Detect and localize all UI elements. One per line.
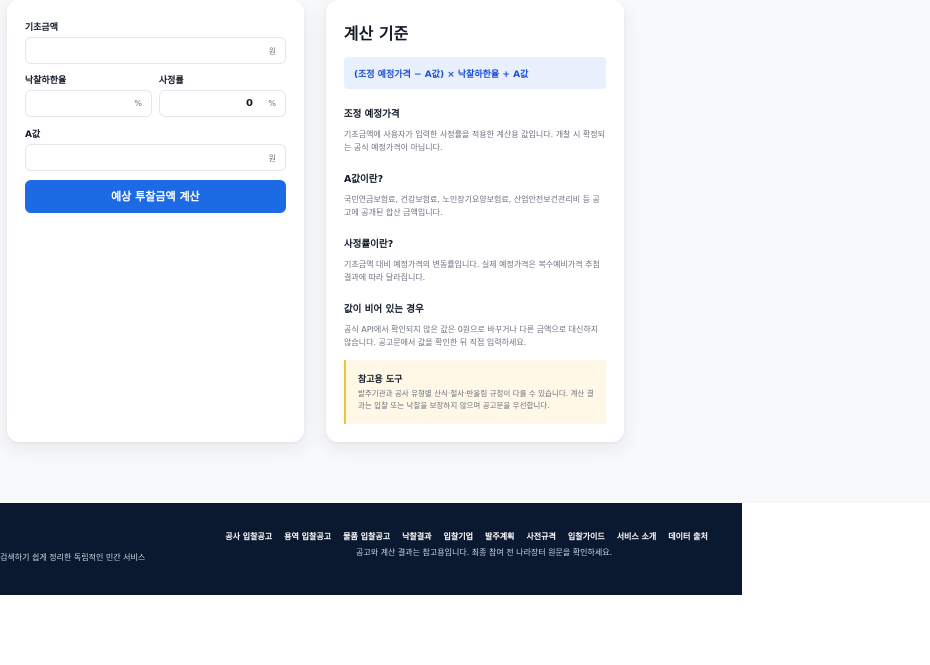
base-amount-field[interactable]: 원 bbox=[25, 37, 286, 64]
a-value-unit: 원 bbox=[268, 154, 276, 163]
footer-nav: 공사 입찰공고 용역 입찰공고 물품 입찰공고 낙찰결과 입찰기업 발주계획 사… bbox=[213, 531, 708, 542]
formula-text: (조정 예정가격 − A값) × 낙찰하한율 + A값 bbox=[354, 70, 529, 80]
footer-link-data-sources[interactable]: 데이터 출처 bbox=[668, 531, 708, 542]
base-amount-label: 기초금액 bbox=[25, 23, 59, 33]
footer-link-construction-bids[interactable]: 공사 입찰공고 bbox=[225, 531, 272, 542]
reference-note-box: 참고용 도구 발주기관과 공사 유형별 산식·절사·반올림 규정이 다를 수 있… bbox=[344, 360, 606, 424]
footer-link-bidders[interactable]: 입찰기업 bbox=[444, 531, 473, 542]
footer-link-award-results[interactable]: 낙찰결과 bbox=[402, 531, 431, 542]
footer-link-service-bids[interactable]: 용역 입찰공고 bbox=[284, 531, 331, 542]
calculation-basis-title: 계산 기준 bbox=[344, 24, 409, 43]
reference-note-title: 참고용 도구 bbox=[358, 375, 403, 385]
footer-link-goods-bids[interactable]: 물품 입찰공고 bbox=[343, 531, 390, 542]
site-footer: 검색하기 쉽게 정리한 독립적인 민간 서비스 공사 입찰공고 용역 입찰공고 … bbox=[0, 503, 742, 595]
footer-link-procurement-plans[interactable]: 발주계획 bbox=[485, 531, 514, 542]
assessment-rate-value: 0 bbox=[246, 98, 253, 109]
assessment-rate-label: 사정률 bbox=[159, 76, 184, 86]
footer-link-pre-specs[interactable]: 사전규격 bbox=[527, 531, 556, 542]
section-title-assessment-rate: 사정률이란? bbox=[344, 239, 394, 250]
section-body-adjusted-price: 기초금액에 사용자가 입력한 사정률을 적용한 계산용 값입니다. 개찰 시 확… bbox=[344, 130, 605, 152]
success-rate-field[interactable]: % bbox=[25, 90, 152, 117]
section-body-assessment-rate: 기초금액 대비 예정가격의 변동률입니다. 실제 예정가격은 복수예비가격 추첨… bbox=[344, 260, 600, 282]
calculator-form-card bbox=[7, 0, 304, 442]
footer-description: 검색하기 쉽게 정리한 독립적인 민간 서비스 bbox=[0, 553, 146, 562]
section-body-empty-values: 공식 API에서 확인되지 않은 값은 0원으로 바꾸거나 다른 금액으로 대신… bbox=[344, 325, 599, 347]
section-title-empty-values: 값이 비어 있는 경우 bbox=[344, 304, 424, 315]
section-body-a-value: 국민연금보험료, 건강보험료, 노인장기요양보험료, 산업안전보건관리비 등 공… bbox=[344, 195, 600, 217]
assessment-rate-field[interactable]: 0 % bbox=[159, 90, 286, 117]
assessment-rate-unit: % bbox=[268, 99, 276, 108]
success-rate-label: 낙찰하한율 bbox=[25, 76, 67, 86]
section-title-a-value: A값이란? bbox=[344, 174, 384, 185]
a-value-label: A값 bbox=[25, 130, 41, 140]
calculate-button[interactable]: 예상 투찰금액 계산 bbox=[25, 180, 286, 213]
a-value-field[interactable]: 원 bbox=[25, 144, 286, 171]
success-rate-unit: % bbox=[134, 99, 142, 108]
footer-link-about[interactable]: 서비스 소개 bbox=[617, 531, 657, 542]
footer-link-bid-guide[interactable]: 입찰가이드 bbox=[568, 531, 605, 542]
base-amount-unit: 원 bbox=[268, 47, 276, 56]
footer-disclaimer: 공고와 계산 결과는 참고용입니다. 최종 참여 전 나라장터 원문을 확인하세… bbox=[356, 548, 613, 557]
formula-box: (조정 예정가격 − A값) × 낙찰하한율 + A값 bbox=[344, 57, 606, 89]
section-title-adjusted-price: 조정 예정가격 bbox=[344, 109, 400, 120]
reference-note-body: 발주기관과 공사 유형별 산식·절사·반올림 규정이 다를 수 있습니다. 계산… bbox=[358, 389, 594, 410]
